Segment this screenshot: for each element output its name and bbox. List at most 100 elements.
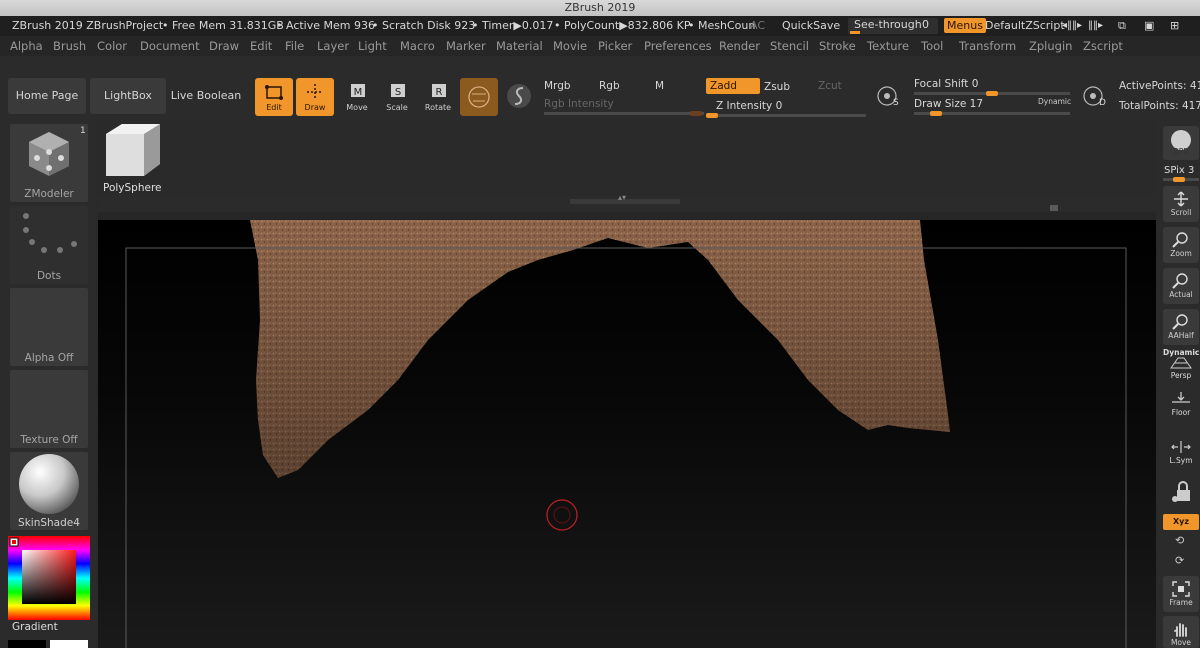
- color-picker[interactable]: [8, 536, 90, 620]
- zsub-button[interactable]: Zsub: [764, 81, 790, 93]
- gradient-swatch-black[interactable]: [8, 640, 46, 648]
- document-canvas[interactable]: [98, 220, 1156, 648]
- lightbox-button[interactable]: LightBox: [90, 78, 166, 114]
- stroke-sphere-icon[interactable]: [505, 82, 533, 110]
- zoom-button[interactable]: Zoom: [1163, 227, 1199, 263]
- zcut-button[interactable]: Zcut: [818, 80, 842, 92]
- gradient-swatch-white[interactable]: [50, 640, 88, 648]
- spix-label: SPix 3: [1164, 165, 1195, 176]
- aahalf-button[interactable]: AAHalf: [1163, 309, 1199, 345]
- draw-mode-button[interactable]: Draw: [296, 78, 334, 116]
- menu-file[interactable]: File: [285, 36, 304, 56]
- alpha-tile[interactable]: Alpha Off: [10, 288, 88, 366]
- menu-preferences[interactable]: Preferences: [644, 36, 712, 56]
- menu-light[interactable]: Light: [358, 36, 387, 56]
- menu-edit[interactable]: Edit: [250, 36, 272, 56]
- layout-icon-2[interactable]: ▣: [1144, 16, 1154, 36]
- persp-icon: [1170, 357, 1192, 369]
- menu-stroke[interactable]: Stroke: [819, 36, 856, 56]
- status-arrows-icon-2[interactable]: ‖‖▸: [1088, 16, 1103, 36]
- move-icon: M: [351, 84, 365, 98]
- menus-button[interactable]: Menus: [944, 18, 986, 33]
- home-page-button[interactable]: Home Page: [8, 78, 86, 114]
- z-intensity-slider[interactable]: [706, 113, 866, 118]
- menu-picker[interactable]: Picker: [598, 36, 632, 56]
- menu-stencil[interactable]: Stencil: [770, 36, 809, 56]
- layout-icon[interactable]: ⧉: [1118, 16, 1126, 36]
- default-zscript[interactable]: DefaultZScript: [985, 16, 1065, 36]
- gradient-label[interactable]: Gradient: [12, 621, 58, 633]
- move-mode-button[interactable]: M Move: [338, 78, 376, 116]
- mrgb-button[interactable]: Mrgb: [544, 80, 571, 92]
- brush-cursor: [546, 499, 578, 531]
- dots-label: Dots: [36, 270, 62, 282]
- menu-marker[interactable]: Marker: [446, 36, 486, 56]
- status-arrows-icon[interactable]: ◂‖‖▸: [1062, 16, 1082, 36]
- texture-tile[interactable]: Texture Off: [10, 370, 88, 448]
- svg-text:S: S: [395, 87, 401, 98]
- move-view-button[interactable]: Move: [1163, 616, 1199, 648]
- menu-transform[interactable]: Transform: [959, 36, 1016, 56]
- scroll-button[interactable]: Scroll: [1163, 186, 1199, 222]
- ac-label: AC: [750, 19, 766, 32]
- material-button[interactable]: [460, 78, 498, 116]
- scroll-icon: [1174, 191, 1188, 207]
- zadd-button[interactable]: Zadd: [706, 78, 760, 94]
- hand-icon: [1174, 623, 1187, 637]
- m-button[interactable]: M: [655, 80, 664, 92]
- lsym-button[interactable]: L.Sym: [1163, 440, 1199, 470]
- xyz-toggle[interactable]: Xyz: [1163, 514, 1199, 530]
- dynamic-toggle[interactable]: Dynamic: [1038, 97, 1071, 106]
- menu-movie[interactable]: Movie: [553, 36, 587, 56]
- draw-icon: [307, 84, 323, 100]
- polysphere-tool-tile[interactable]: PolySphere: [100, 122, 164, 194]
- persp-button[interactable]: Dynamic Persp: [1163, 348, 1199, 384]
- actual-button[interactable]: Actual: [1163, 268, 1199, 304]
- collapse-arrows-icon[interactable]: ▴▾: [618, 193, 626, 202]
- menu-render[interactable]: Render: [719, 36, 760, 56]
- edit-mode-button[interactable]: Edit: [255, 78, 293, 116]
- canvas-frame-top: [98, 212, 1156, 220]
- frame-button[interactable]: Frame: [1163, 576, 1199, 612]
- scale-mode-button[interactable]: S Scale: [378, 78, 416, 116]
- menu-layer[interactable]: Layer: [317, 36, 349, 56]
- brush-d-icon[interactable]: D: [1082, 84, 1108, 110]
- rotate-mode-button[interactable]: R Rotate: [419, 78, 457, 116]
- dots-stroke-tile[interactable]: Dots: [10, 206, 88, 284]
- brush-s-icon[interactable]: S: [876, 84, 902, 110]
- focal-shift-label: Focal Shift 0: [914, 78, 979, 90]
- focal-shift-slider[interactable]: [914, 91, 1070, 96]
- menu-zscript[interactable]: Zscript: [1083, 36, 1123, 56]
- canvas-resize-icon[interactable]: [1050, 205, 1058, 211]
- menu-material[interactable]: Material: [496, 36, 543, 56]
- floor-button[interactable]: Floor: [1163, 390, 1199, 424]
- menu-document[interactable]: Document: [140, 36, 200, 56]
- quicksave-button[interactable]: QuickSave: [782, 16, 840, 36]
- menu-tool[interactable]: Tool: [921, 36, 943, 56]
- lock-icon[interactable]: [1170, 480, 1194, 504]
- menu-brush[interactable]: Brush: [53, 36, 86, 56]
- layout-icon-3[interactable]: ⊞: [1170, 16, 1179, 36]
- polysphere-cube-icon: [106, 124, 160, 176]
- rotate-z-icon[interactable]: ⟳: [1175, 554, 1184, 567]
- menu-color[interactable]: Color: [97, 36, 127, 56]
- frame-icon: [1172, 581, 1190, 597]
- rgb-button[interactable]: Rgb: [599, 80, 620, 92]
- bpr-button[interactable]: BPR: [1163, 126, 1199, 160]
- material-tile[interactable]: SkinShade4: [10, 452, 88, 530]
- menu-alpha[interactable]: Alpha: [10, 36, 43, 56]
- menu-macro[interactable]: Macro: [400, 36, 435, 56]
- canvas-top-strip: ▴▾: [98, 193, 1156, 211]
- rotate-y-icon[interactable]: ⟲: [1175, 534, 1184, 547]
- spix-slider[interactable]: [1163, 177, 1199, 182]
- menu-zplugin[interactable]: Zplugin: [1029, 36, 1072, 56]
- rgb-intensity-slider[interactable]: [544, 111, 704, 116]
- skinshade-label: SkinShade4: [18, 517, 80, 529]
- menu-draw[interactable]: Draw: [209, 36, 239, 56]
- live-boolean-button[interactable]: Live Boolean: [170, 78, 242, 114]
- see-through-slider[interactable]: See-through 0: [848, 18, 938, 34]
- menu-texture[interactable]: Texture: [867, 36, 909, 56]
- zmodeler-brush-tile[interactable]: 1 ZModeler: [10, 124, 88, 202]
- see-through-knob: [850, 31, 860, 34]
- draw-size-slider[interactable]: [914, 111, 1070, 116]
